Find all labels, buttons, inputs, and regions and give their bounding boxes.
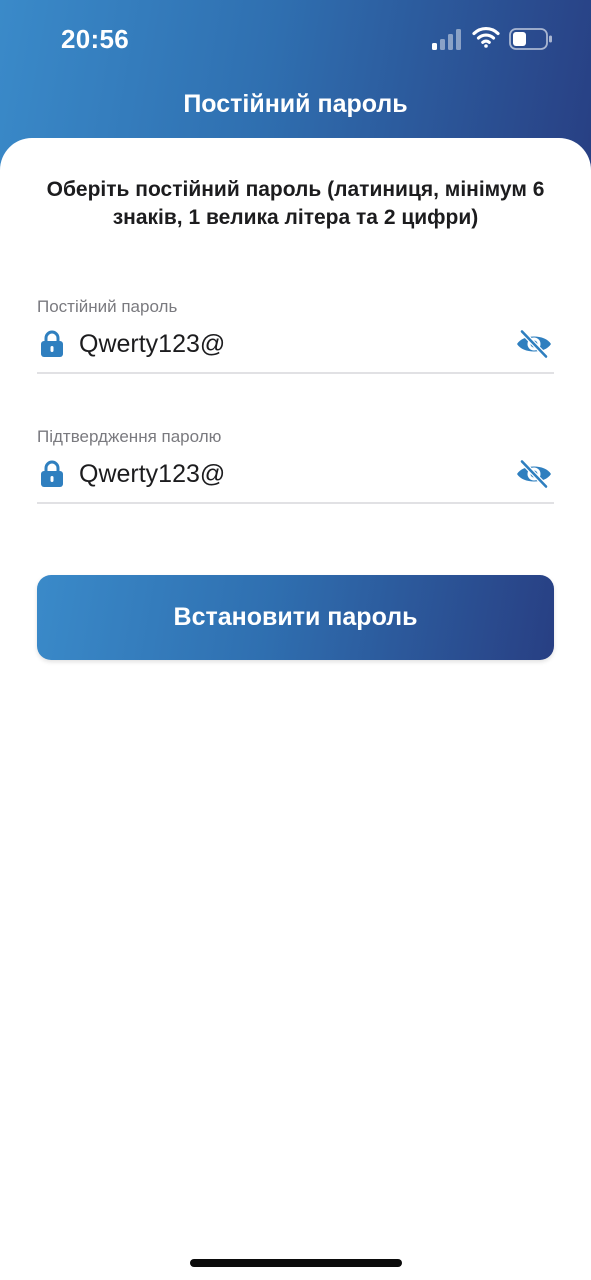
eye-slash-icon[interactable]: [515, 329, 553, 359]
confirm-password-underline: [37, 502, 554, 504]
signal-icon: [432, 29, 461, 50]
password-underline: [37, 372, 554, 374]
eye-slash-icon[interactable]: [515, 459, 553, 489]
lock-icon: [41, 460, 63, 487]
confirm-password-label: Підтвердження паролю: [37, 427, 222, 446]
status-time: 20:56: [61, 24, 129, 54]
page-title: Постійний пароль: [183, 90, 408, 118]
status-bar: 20:56: [0, 0, 591, 80]
lock-icon: [41, 330, 63, 357]
home-indicator: [190, 1259, 402, 1267]
wifi-icon: [472, 26, 500, 48]
password-label: Постійний пароль: [37, 297, 178, 316]
battery-icon: [509, 28, 552, 50]
password-instruction: Оберіть постійний пароль (латиниця, міні…: [46, 178, 545, 229]
confirm-password-input[interactable]: [79, 454, 499, 494]
password-input[interactable]: [79, 324, 499, 364]
set-password-button[interactable]: Встановити пароль: [37, 575, 554, 660]
